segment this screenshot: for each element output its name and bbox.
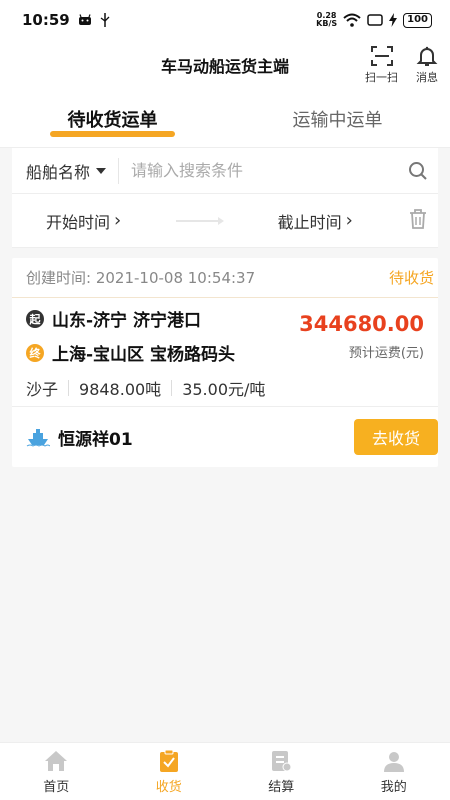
caret-down-icon	[96, 167, 107, 174]
freight-price-label: 预计运费(元)	[348, 346, 424, 361]
cargo-weight: 9848.00吨	[79, 380, 162, 399]
chevron-right-icon: ›	[114, 210, 122, 231]
route-origin: 起 山东-济宁 济宁港口	[26, 306, 265, 331]
ship-icon	[26, 429, 50, 447]
home-icon	[45, 750, 68, 771]
tab-in-transit[interactable]: 运输中运单	[225, 90, 450, 147]
app-header: 车马动船运货主端 扫一扫 消息	[0, 40, 450, 90]
ship-info: 恒源祥01	[26, 425, 133, 450]
go-receive-button[interactable]: 去收货	[354, 419, 438, 455]
bell-icon	[416, 46, 438, 66]
select-label: 船舶名称	[26, 162, 91, 182]
scan-label: 扫一扫	[365, 71, 398, 84]
search-field-select[interactable]: 船舶名称	[12, 157, 120, 184]
nav-settlement[interactable]: 结算	[225, 743, 338, 800]
nav-receive[interactable]: 收货	[113, 743, 226, 800]
status-time: 10:59	[22, 11, 70, 29]
message-button[interactable]: 消息	[416, 45, 438, 85]
scan-icon	[370, 46, 393, 66]
end-time-button[interactable]: 截止时间 ›	[278, 209, 353, 233]
freight-price: 344680.00	[299, 312, 424, 336]
profile-icon	[383, 751, 404, 772]
destination-badge: 终	[26, 343, 44, 362]
nav-home[interactable]: 首页	[0, 743, 113, 800]
battery-level: 100	[403, 12, 432, 28]
nav-profile[interactable]: 我的	[338, 743, 450, 800]
ship-name: 恒源祥01	[58, 429, 133, 450]
usb-icon	[100, 13, 110, 27]
trash-icon	[410, 208, 426, 229]
created-time: 创建时间: 2021-10-08 10:54:37	[26, 269, 256, 287]
route-destination: 终 上海-宝山区 宝杨路码头	[26, 340, 265, 365]
tab-pending-receipt[interactable]: 待收货运单	[0, 90, 225, 147]
unit-price: 35.00元/吨	[182, 380, 266, 399]
page-title: 车马动船运货主端	[160, 57, 289, 76]
clear-filter-button[interactable]	[408, 208, 428, 234]
message-label: 消息	[416, 71, 438, 84]
start-time-button[interactable]: 开始时间 ›	[46, 209, 121, 233]
search-icon	[409, 161, 427, 180]
android-icon	[78, 14, 91, 25]
scan-button[interactable]: 扫一扫	[365, 45, 398, 85]
range-arrow	[176, 216, 225, 225]
settlement-icon	[272, 750, 292, 771]
screen-icon	[367, 14, 383, 26]
search-input[interactable]	[119, 161, 398, 180]
charging-icon	[389, 13, 398, 27]
chevron-right-icon: ›	[345, 210, 353, 231]
wifi-icon	[343, 13, 361, 27]
search-bar: 船舶名称	[12, 148, 438, 194]
order-card[interactable]: 创建时间: 2021-10-08 10:54:37 待收货 起 山东-济宁 济宁…	[12, 258, 438, 467]
network-speed: 0.28 KB/S	[316, 11, 338, 28]
date-filter: 开始时间 › 截止时间 ›	[12, 194, 438, 248]
search-button[interactable]	[398, 151, 438, 191]
status-bar: 10:59 0.28 KB/S 100	[0, 0, 450, 40]
receive-clipboard-icon	[159, 749, 178, 772]
status-badge: 待收货	[388, 269, 434, 287]
cargo-name: 沙子	[26, 380, 59, 399]
cargo-info: 沙子 9848.00吨 35.00元/吨	[26, 376, 265, 400]
order-tabs: 待收货运单 运输中运单	[0, 90, 450, 148]
origin-badge: 起	[26, 309, 44, 328]
bottom-nav: 首页 收货 结算 我的	[0, 742, 450, 800]
